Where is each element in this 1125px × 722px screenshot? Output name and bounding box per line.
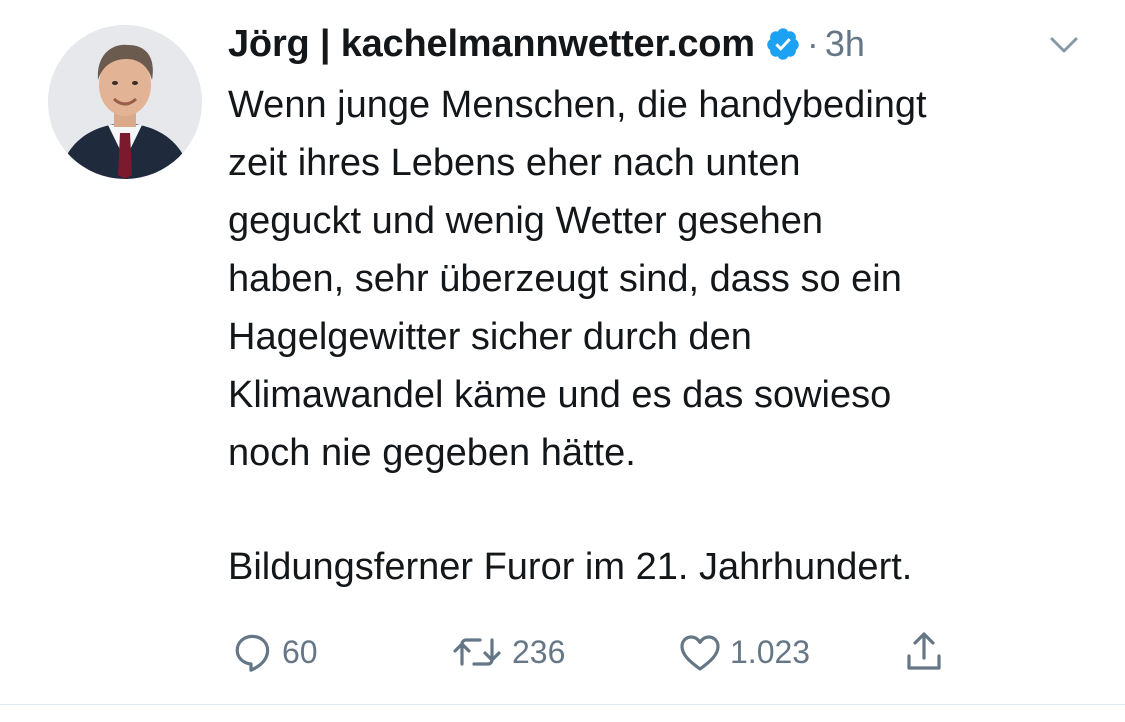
tweet-timestamp[interactable]: 3h	[825, 23, 865, 65]
reply-icon	[228, 628, 276, 676]
header-separator: ·	[806, 23, 819, 64]
tweet-text-line: Klimawandel käme und es das sowieso	[228, 374, 892, 416]
display-name[interactable]: Jörg | kachelmannwetter.com	[228, 23, 755, 66]
retweet-count: 236	[512, 633, 566, 670]
tweet-text-line: Hagelgewitter sicher durch den	[228, 316, 752, 358]
tweet[interactable]: Jörg | kachelmannwetter.com · 3h Wenn ju…	[0, 0, 1125, 704]
tweet-text: Wenn junge Menschen, die handybedingt ze…	[228, 76, 1098, 482]
tweet-text-line: Wenn junge Menschen, die handybedingt	[228, 84, 927, 126]
tweet-closing-line: Bildungsferner Furor im 21. Jahrhundert.	[228, 546, 913, 588]
avatar-portrait	[48, 25, 202, 179]
tweet-text-line: geguckt und wenig Wetter gesehen	[228, 200, 824, 242]
like-button[interactable]: 1.023	[676, 624, 810, 680]
tweet-text-line: zeit ihres Lebens eher nach unten	[228, 142, 801, 184]
share-icon	[900, 628, 948, 676]
retweet-icon	[450, 628, 506, 676]
like-count: 1.023	[730, 633, 811, 670]
retweet-button[interactable]: 236	[450, 624, 565, 680]
avatar[interactable]	[48, 25, 202, 179]
verified-badge-icon	[765, 26, 801, 62]
share-button[interactable]	[900, 624, 948, 680]
tweet-text-line: haben, sehr überzeugt sind, dass so ein	[228, 258, 902, 300]
heart-icon	[676, 628, 724, 676]
tweet-text-line: noch nie gegeben hätte.	[228, 432, 636, 474]
divider	[0, 704, 1125, 705]
tweet-header: Jörg | kachelmannwetter.com · 3h	[228, 18, 865, 70]
reply-button[interactable]: 60	[228, 624, 318, 680]
reply-count: 60	[282, 633, 318, 670]
more-options-chevron-down-icon[interactable]	[1044, 30, 1084, 60]
